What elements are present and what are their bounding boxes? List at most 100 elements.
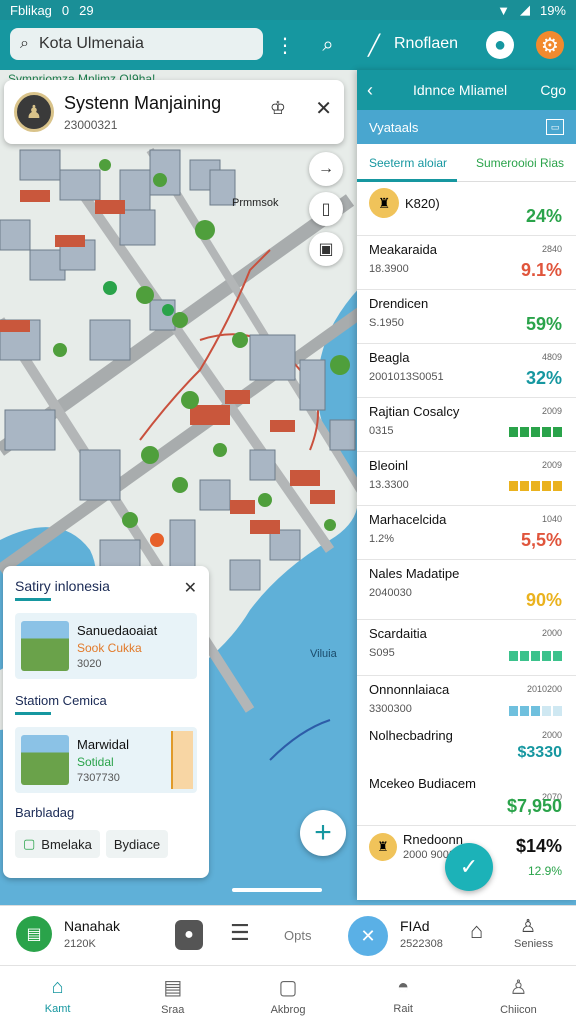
- map-label: Prmmsok: [232, 197, 279, 209]
- action-label: Seniess: [514, 938, 554, 950]
- list-item[interactable]: Sanuedaoaiat Sook Cukka 3020: [15, 613, 197, 679]
- pois-card: Satiry inlonesia ✕ Sanuedaoaiat Sook Cuk…: [3, 566, 209, 878]
- nav-profile[interactable]: ♙ Chiicon: [461, 966, 576, 1024]
- row-value: $14%: [515, 836, 562, 856]
- list-item[interactable]: Marwidal Sotidal 7307730: [15, 727, 197, 793]
- list-icon: ▤: [163, 976, 183, 999]
- briefcase-icon[interactable]: ●: [175, 920, 203, 950]
- app-bar: ⌕ Kota Ulmenaia ⋮ ⌕ ╱ Rnoflaen ● ⚙: [0, 20, 576, 70]
- stats-list: ♜ K820) 24% Meakaraida 18.3900 2840 9.1%…: [357, 182, 576, 886]
- calendar-icon[interactable]: ▤: [16, 916, 52, 952]
- poi-tag: Sotidal: [77, 754, 114, 769]
- chip[interactable]: Bydiace: [105, 830, 169, 858]
- pois-header: Satiry inlonesia: [15, 578, 110, 594]
- tab[interactable]: Sumerooioi Rias: [476, 156, 564, 170]
- map-label: Viluia: [310, 648, 337, 660]
- action-title: FIAd: [400, 918, 430, 934]
- poi-thumbnail: [21, 621, 69, 671]
- close-icon[interactable]: ✕: [315, 96, 332, 121]
- row-change: 12.9%: [527, 864, 562, 878]
- row-name: Drendicen: [369, 296, 429, 311]
- list-item[interactable]: Marhacelcida 1.2% 1040 5,5%: [357, 506, 576, 560]
- nav-home[interactable]: ⌂ Kamt: [0, 966, 115, 1024]
- nav-routes[interactable]: ◓ Rait: [346, 966, 461, 1024]
- poi-tag: Sook Cukka: [77, 640, 142, 655]
- list-item[interactable]: Scardaitia S095 2000: [357, 620, 576, 676]
- navigate-button[interactable]: →: [309, 152, 343, 186]
- save-button[interactable]: ▣: [309, 232, 343, 266]
- person-icon[interactable]: ♙: [520, 916, 536, 937]
- layers-button[interactable]: ▯: [309, 192, 343, 226]
- account-icon[interactable]: ●: [486, 31, 514, 59]
- signal-icon: ◢: [519, 2, 530, 17]
- action-subtitle: 2120K: [64, 938, 96, 950]
- list-item[interactable]: Onnonnlaiaca 3300300 2010200: [357, 676, 576, 722]
- list-item[interactable]: Beagla 2001013S0051 4809 32%: [357, 344, 576, 398]
- list-item[interactable]: Mcekeo Budiacem 2070 $7,950: [357, 770, 576, 826]
- add-button[interactable]: +: [300, 810, 346, 856]
- section-underline: [15, 712, 51, 715]
- progress-bars: [509, 651, 562, 661]
- expand-icon[interactable]: ▭: [546, 119, 564, 135]
- info-card[interactable]: ♟ Systenn Manjaining 23000321 ♔ ✕: [4, 80, 344, 144]
- chip-label: Bydiace: [113, 836, 161, 852]
- list-icon[interactable]: ☰: [230, 920, 250, 946]
- progress-bars: [509, 481, 562, 491]
- row-name: Bleoinl: [369, 458, 409, 473]
- list-item[interactable]: Meakaraida 18.3900 2840 9.1%: [357, 236, 576, 290]
- pois-underline: [15, 598, 51, 601]
- side-panel: ‹ Idnnce Mliamel Cgo Vyataals ▭ Seeterm …: [357, 70, 576, 900]
- status-bar: Fblikag 0 29 ▼ ◢ 19%: [0, 0, 576, 20]
- panel-header-right[interactable]: Cgo: [540, 82, 566, 98]
- confirm-button[interactable]: ✓: [445, 843, 493, 891]
- nav-label: Kamt: [44, 1002, 71, 1015]
- row-name: Scardaitia: [369, 626, 427, 641]
- search-input[interactable]: ⌕ Kota Ulmenaia: [10, 28, 263, 60]
- row-value: 90%: [525, 590, 562, 610]
- close-icon[interactable]: ✕: [348, 916, 388, 956]
- row-value: 9.1%: [520, 260, 562, 280]
- row-value: $7,950: [506, 796, 562, 816]
- close-icon[interactable]: ✕: [184, 578, 197, 598]
- list-item[interactable]: ♜ K820) 24%: [357, 182, 576, 236]
- row-small: 2009: [541, 460, 562, 470]
- person-icon: ♙: [509, 976, 528, 999]
- list-item[interactable]: Rajtian Cosalcy 0315 2009: [357, 398, 576, 452]
- list-item[interactable]: Nolhecbadring 2000 $3330: [357, 722, 576, 770]
- wifi-icon: ▼: [497, 2, 510, 18]
- check-icon: ✓: [459, 854, 479, 879]
- list-item[interactable]: Drendicen S.1950 59%: [357, 290, 576, 344]
- panel-header: ‹ Idnnce Mliamel Cgo: [357, 70, 576, 110]
- progress-bars: [509, 427, 562, 437]
- avatar: ♟: [14, 92, 54, 132]
- back-icon[interactable]: ‹: [367, 80, 373, 101]
- progress-bars: [509, 706, 562, 716]
- list-item[interactable]: Bleoinl 13.3300 2009: [357, 452, 576, 506]
- row-name: Rajtian Cosalcy: [369, 404, 460, 419]
- options-label[interactable]: Opts: [284, 928, 311, 943]
- pin-icon[interactable]: ♔: [270, 98, 286, 119]
- list-item[interactable]: Nales Madatipe 2040030 90%: [357, 560, 576, 620]
- poi-title: Sanuedaoaiat: [77, 622, 158, 638]
- settings-icon[interactable]: ⚙: [536, 31, 564, 59]
- row-name: Meakaraida: [369, 242, 437, 257]
- plus-icon: +: [314, 816, 332, 849]
- nav-label: Sraa: [161, 1003, 185, 1016]
- action-subtitle: 2522308: [400, 938, 443, 950]
- building-icon[interactable]: ⌂: [470, 918, 483, 944]
- nav-search[interactable]: ▤ Sraa: [115, 966, 230, 1024]
- row-value: $3330: [517, 744, 563, 761]
- emblem-icon: ♜: [369, 188, 399, 218]
- nav-archive[interactable]: ▢ Akbrog: [230, 966, 345, 1024]
- more-vert-icon[interactable]: ⋮: [275, 33, 295, 57]
- action-bar: ▤ Nanahak 2120K ● ☰ Opts ✕ FIAd 2522308 …: [0, 905, 576, 965]
- tab-active[interactable]: Seeterm aloiar: [369, 156, 447, 170]
- row-small: 2000: [541, 730, 562, 740]
- row-name: Rnedoonn: [403, 832, 463, 847]
- search-icon[interactable]: ⌕: [314, 32, 342, 58]
- edit-icon[interactable]: ╱: [362, 32, 386, 58]
- arrow-right-icon: →: [318, 160, 334, 177]
- chip[interactable]: ▢ Bmelaka: [15, 830, 100, 858]
- nav-label: Rait: [393, 1002, 413, 1015]
- drag-handle[interactable]: [232, 888, 322, 892]
